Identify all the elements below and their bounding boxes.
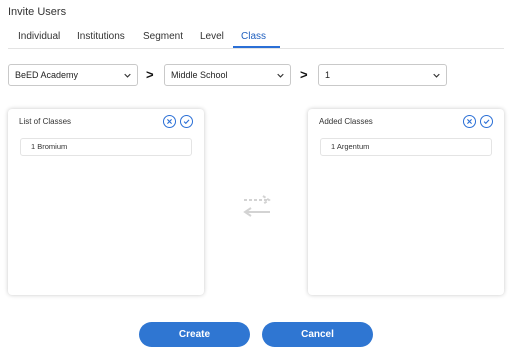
school-select-value: BeED Academy [15, 70, 79, 80]
tab-individual[interactable]: Individual [18, 31, 60, 42]
create-button[interactable]: Create [139, 322, 250, 347]
separator-arrow: > [146, 67, 154, 82]
check-icon [483, 119, 490, 125]
page-title: Invite Users [8, 6, 67, 18]
tab-institutions[interactable]: Institutions [77, 31, 125, 42]
transfer-arrows-icon[interactable] [241, 193, 273, 219]
tab-bar: Individual Institutions Segment Level Cl… [8, 28, 504, 49]
chevron-down-icon [124, 73, 131, 78]
close-icon [467, 119, 472, 124]
cancel-button[interactable]: Cancel [262, 322, 373, 347]
grade-select-value: 1 [325, 70, 331, 80]
panel-title: List of Classes [19, 117, 72, 126]
chevron-down-icon [433, 73, 440, 78]
tab-level[interactable]: Level [200, 31, 224, 42]
list-item[interactable]: 1 Bromium [20, 138, 192, 156]
check-icon [183, 119, 190, 125]
clear-button[interactable] [463, 115, 476, 128]
panel-title: Added Classes [319, 117, 373, 126]
list-of-classes-panel: List of Classes 1 Bromium [8, 109, 204, 295]
confirm-button[interactable] [180, 115, 193, 128]
clear-button[interactable] [163, 115, 176, 128]
school-select[interactable]: BeED Academy [8, 64, 138, 86]
separator-arrow: > [300, 67, 308, 82]
tab-segment[interactable]: Segment [143, 31, 183, 42]
list-item[interactable]: 1 Argentum [320, 138, 492, 156]
level-select[interactable]: Middle School [164, 64, 291, 86]
grade-select[interactable]: 1 [318, 64, 447, 86]
active-tab-indicator [233, 46, 280, 48]
confirm-button[interactable] [480, 115, 493, 128]
chevron-down-icon [277, 73, 284, 78]
level-select-value: Middle School [171, 70, 228, 80]
close-icon [167, 119, 172, 124]
tab-class[interactable]: Class [241, 31, 266, 42]
added-classes-panel: Added Classes 1 Argentum [308, 109, 504, 295]
